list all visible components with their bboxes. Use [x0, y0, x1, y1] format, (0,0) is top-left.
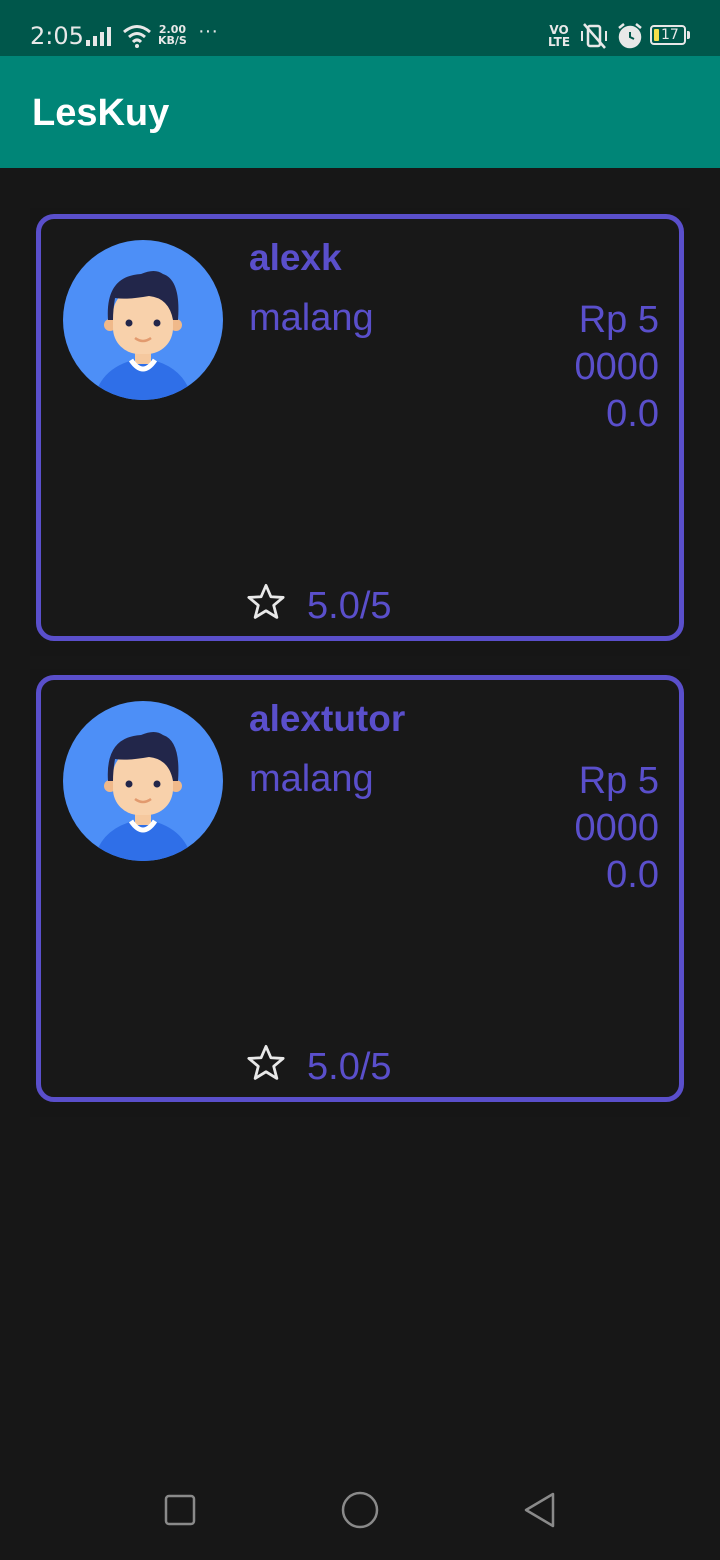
volte-indicator: VO LTE [548, 24, 570, 48]
tutor-name: alextutor [249, 698, 406, 739]
signal-icon [86, 27, 111, 46]
tutor-price: Rp 500000.0 [574, 760, 659, 896]
star-outline-icon [247, 1044, 285, 1080]
network-speed: 2.00 KB/S [158, 24, 187, 46]
home-icon[interactable] [340, 1490, 380, 1530]
more-notifications-icon: ··· [198, 20, 218, 42]
status-bar: 2:05 2.00 KB/S ··· VO LTE 17 [0, 0, 720, 56]
recent-apps-icon[interactable] [160, 1490, 200, 1530]
star-outline-icon [247, 583, 285, 619]
volte-bottom-label: LTE [548, 35, 571, 49]
tutor-rating: 5.0/5 [307, 1046, 392, 1088]
status-time: 2:05 [30, 22, 84, 50]
battery-icon: 17 [650, 25, 686, 45]
tutor-card-border: alextutor malang Rp 500000.0 5.0/5 [36, 675, 684, 1102]
tutor-card[interactable]: alextutor malang Rp 500000.0 5.0/5 [30, 669, 690, 1117]
alarm-icon [618, 23, 642, 49]
tutor-price: Rp 500000.0 [574, 299, 659, 435]
app-title: LesKuy [32, 92, 170, 134]
tutor-card[interactable]: alexk malang Rp 500000.0 5.0/5 [30, 208, 690, 656]
app-bar: LesKuy [0, 56, 720, 168]
tutor-rating: 5.0/5 [307, 585, 392, 627]
person-avatar-icon [63, 240, 223, 400]
vibrate-mute-icon [581, 23, 607, 49]
wifi-icon [123, 25, 151, 48]
battery-level: 17 [661, 27, 679, 43]
person-avatar-icon [63, 701, 223, 861]
tutor-city: malang [249, 297, 374, 339]
tutor-city: malang [249, 758, 374, 800]
network-speed-unit: KB/S [158, 34, 187, 47]
tutor-card-border: alexk malang Rp 500000.0 5.0/5 [36, 214, 684, 641]
tutor-name: alexk [249, 237, 342, 278]
navigation-bar [0, 1460, 720, 1560]
back-icon[interactable] [520, 1490, 560, 1530]
